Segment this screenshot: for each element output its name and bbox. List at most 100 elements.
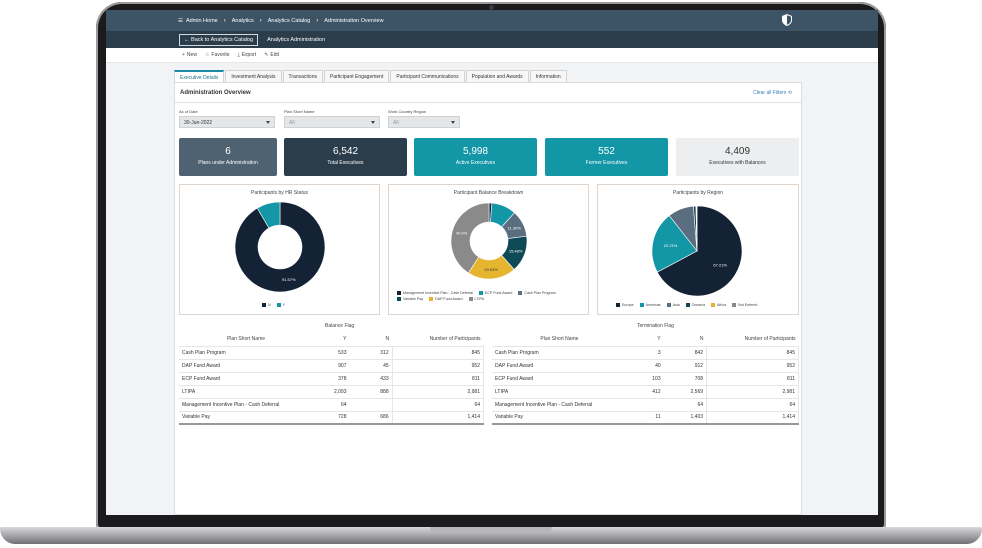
table-cell xyxy=(626,398,664,412)
table-cell: LTIPA xyxy=(179,385,313,399)
back-to-catalog-button[interactable]: ← Back to Analytics Catalog xyxy=(179,33,259,46)
legend-item[interactable]: ECP Fund Award xyxy=(478,291,513,295)
column-header[interactable]: Plan Short Name xyxy=(492,333,627,347)
favorite-button[interactable]: ☆ Favorite xyxy=(205,52,230,58)
new-button[interactable]: + New xyxy=(182,52,197,58)
column-header[interactable]: Plan Short Name xyxy=(179,333,313,347)
table-cell: Management Incentive Plan - Cash Deferra… xyxy=(179,398,313,412)
chevron-right-icon: › xyxy=(316,17,319,24)
clear-filters-link[interactable]: Clear all Filters ⟲ xyxy=(753,90,792,96)
legend-item[interactable]: Oceania xyxy=(685,303,705,307)
shield-icon[interactable] xyxy=(782,14,792,26)
tab-participant-engagement[interactable]: Participant Engagement xyxy=(323,70,390,82)
tab-information[interactable]: Information xyxy=(529,70,567,82)
table-row: DAP Fund Award 40 912 952 xyxy=(492,359,799,373)
kpi-label: Plans under Administration xyxy=(198,160,258,166)
legend-label: Cash Plan Program xyxy=(524,291,556,295)
kpi-label: Executives with Balances xyxy=(709,160,766,166)
legend-item[interactable]: Americas xyxy=(639,303,661,307)
column-header[interactable]: Number of Participants xyxy=(392,333,484,347)
table-cell: 64 xyxy=(312,398,350,412)
caret-down-icon xyxy=(266,121,270,124)
export-button[interactable]: ⤓ Export xyxy=(237,52,256,58)
table-cell: 728 xyxy=(312,411,350,425)
legend: Europe Americas Asia Oceania Africa Not Enter… xyxy=(616,303,757,307)
action-bar: + New ☆ Favorite ⤓ Export ✎ Edit xyxy=(106,48,878,63)
kpi-total-executives: 6,542 Total Executives xyxy=(284,138,407,176)
table-header-row: Plan Short Name Y N Number of Participants xyxy=(492,333,799,347)
legend-swatch xyxy=(397,297,401,301)
edit-button[interactable]: ✎ Edit xyxy=(264,52,279,58)
plan-short-name-value: All xyxy=(289,120,295,126)
legend-swatch xyxy=(518,291,523,295)
table-row: ECP Fund Award 103 708 811 xyxy=(492,372,799,386)
kpi-label: Former Executives xyxy=(585,160,628,166)
table-cell: 11 xyxy=(626,411,664,425)
breadcrumb-admin-home[interactable]: Admin Home xyxy=(186,18,218,24)
table-cell: 45 xyxy=(349,359,393,373)
column-header[interactable]: N xyxy=(349,333,393,347)
pie-chart-region: 67.21% 22.21% xyxy=(651,205,743,297)
column-header[interactable]: N xyxy=(663,333,707,347)
legend-item[interactable]: N xyxy=(262,303,271,307)
table-flag-label: Balance Flag xyxy=(325,323,355,329)
data-label: 22.21% xyxy=(664,243,678,248)
table-cell: Management Incentive Plan - Cash Deferra… xyxy=(492,398,627,412)
legend-item[interactable]: Cash Plan Program xyxy=(518,291,556,295)
legend-item[interactable]: Europe xyxy=(616,303,634,307)
legend-swatch xyxy=(262,303,266,307)
breadcrumb: Admin Home › Analytics › Analytics Catal… xyxy=(186,18,384,24)
table-row: DAP Fund Award 907 45 952 xyxy=(179,359,485,373)
tab-population-and-awards[interactable]: Population and Awards xyxy=(465,70,529,82)
legend-item[interactable]: Not Entered xyxy=(732,303,757,307)
table-cell: 912 xyxy=(663,359,707,373)
kpi-label: Active Executives xyxy=(455,160,496,166)
table-cell: 888 xyxy=(349,385,393,399)
column-header[interactable]: Y xyxy=(312,333,350,347)
data-label: 20.63% xyxy=(484,267,498,272)
table-cell: 533 xyxy=(312,346,350,360)
legend-swatch xyxy=(685,303,690,307)
table-cell: 3 xyxy=(626,346,664,360)
breadcrumb-current: Administration Overview xyxy=(324,17,384,24)
table-cell: 1,403 xyxy=(663,411,707,425)
legend-item[interactable]: LTIPA xyxy=(468,297,484,301)
table-row: LTIPA 412 2,569 2,981 xyxy=(492,385,799,399)
data-label: 15.48% xyxy=(509,249,523,254)
chart-hr-status: Participants by HR Status 91.57% NY xyxy=(179,184,380,315)
caret-down-icon xyxy=(451,121,455,124)
table-cell: Cash Plan Program xyxy=(179,346,313,360)
breadcrumb-analytics-catalog[interactable]: Analytics Catalog xyxy=(268,18,311,24)
legend-item[interactable]: Variable Pay xyxy=(397,297,423,301)
legend-item[interactable]: DAP Fund Award xyxy=(429,297,463,301)
legend-swatch xyxy=(639,303,644,307)
table-cell: 378 xyxy=(312,372,350,386)
legend-label: N xyxy=(268,303,271,307)
column-header[interactable]: Number of Participants xyxy=(706,333,799,347)
tab-participant-communications[interactable]: Participant Communications xyxy=(390,70,465,82)
table-header-row: Plan Short Name Y N Number of Participants xyxy=(179,333,484,347)
table-cell: 40 xyxy=(626,359,664,373)
table-cell: 2,093 xyxy=(312,385,350,399)
legend-item[interactable]: Y xyxy=(276,303,285,307)
as-of-date-select[interactable]: 30-Jun-2022 xyxy=(179,116,275,128)
menu-icon[interactable]: ☰ xyxy=(178,18,183,24)
plan-short-name-select[interactable]: All xyxy=(284,116,380,128)
legend-item[interactable]: Management Incentive Plan - Cash Deferra… xyxy=(397,291,473,295)
tab-investment-analysis[interactable]: Investment Analysis xyxy=(225,70,282,82)
legend-item[interactable]: Africa xyxy=(710,303,726,307)
legend-swatch xyxy=(397,291,401,295)
filter-label-date: As of Date xyxy=(179,109,198,114)
legend-item[interactable]: Asia xyxy=(666,303,680,307)
tab-transactions[interactable]: Transactions xyxy=(282,70,323,82)
column-header[interactable]: Y xyxy=(626,333,664,347)
tab-executive-details[interactable]: Executive Details xyxy=(174,70,225,82)
kpi-value: 6 xyxy=(225,146,231,157)
legend-label: ECP Fund Award xyxy=(484,291,513,295)
table-cell: Variable Pay xyxy=(179,411,313,425)
work-country-region-select[interactable]: All xyxy=(388,116,460,128)
breadcrumb-analytics[interactable]: Analytics xyxy=(232,18,254,24)
as-of-date-value: 30-Jun-2022 xyxy=(184,120,213,126)
table-cell: 1,414 xyxy=(391,411,485,425)
subheader-title: Analytics Administration xyxy=(267,36,326,43)
